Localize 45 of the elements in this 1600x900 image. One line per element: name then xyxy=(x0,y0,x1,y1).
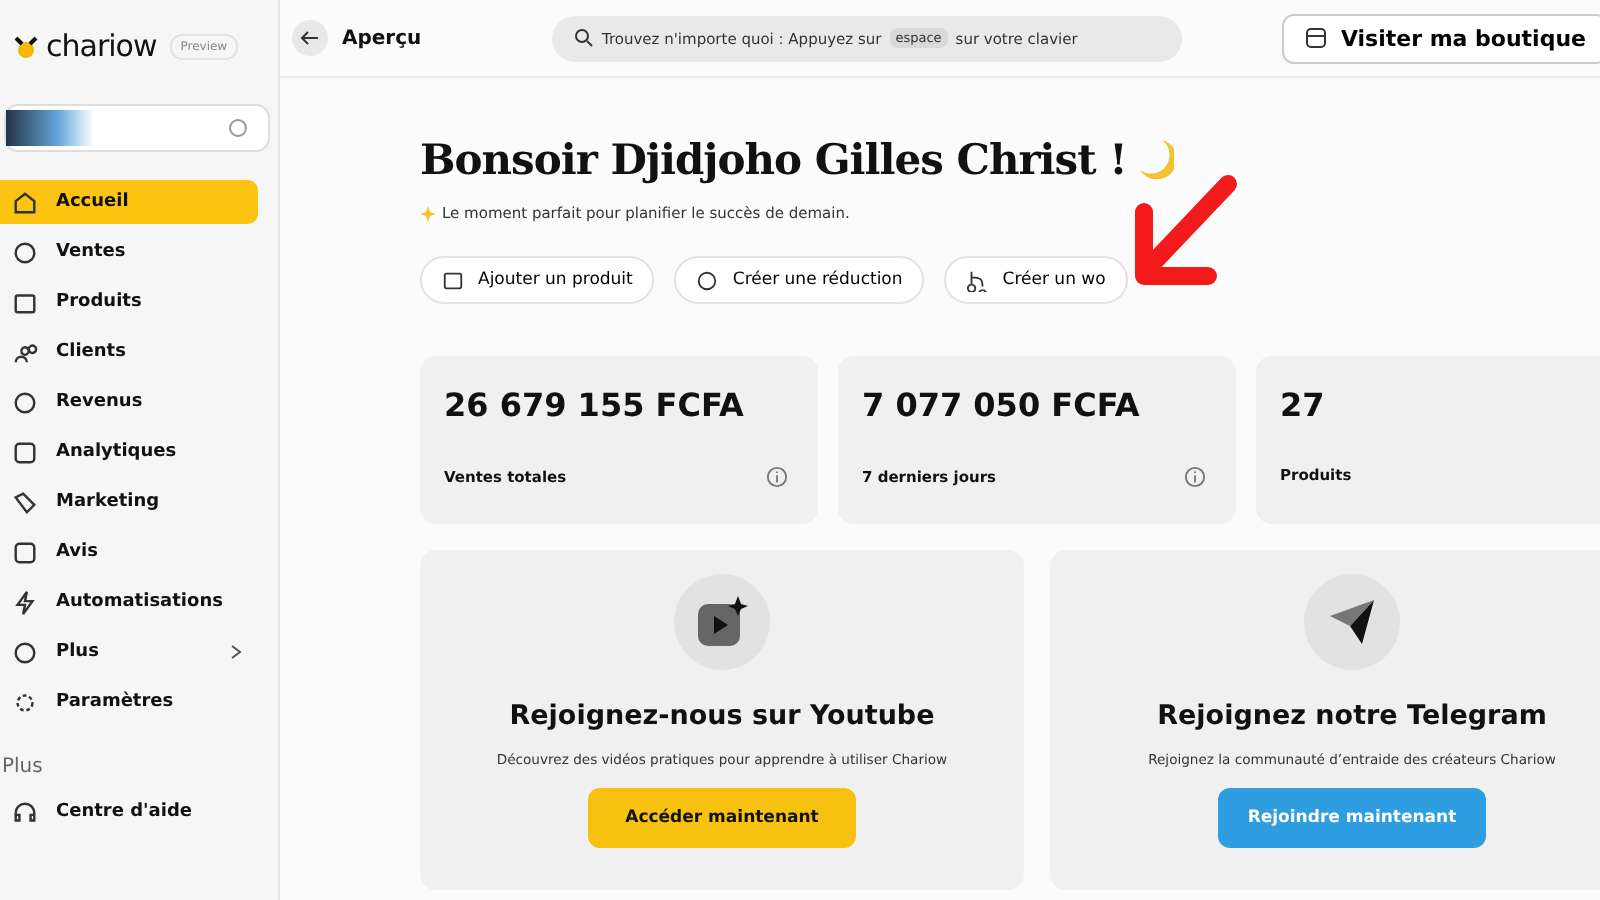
flow-icon xyxy=(966,269,989,291)
sidebar-item[interactable]: Ventes xyxy=(0,230,258,274)
sidebar-item[interactable]: Avis xyxy=(0,530,258,574)
brand-name: chariow xyxy=(46,28,157,64)
sidebar-item[interactable]: Automatisations xyxy=(0,580,258,624)
updown-icon xyxy=(228,118,248,138)
users-icon xyxy=(12,339,38,365)
tags-icon xyxy=(12,489,38,515)
sidebar-item[interactable]: Clients xyxy=(0,330,258,374)
home-icon xyxy=(12,189,38,215)
join-button[interactable]: Accéder maintenant xyxy=(588,788,856,848)
quick-action-button[interactable]: Ajouter un produit xyxy=(420,256,655,304)
paper-plane-icon xyxy=(1326,596,1378,648)
quick-action-button[interactable]: Créer une réduction xyxy=(674,256,925,304)
sidebar-item[interactable]: Analytiques xyxy=(0,430,258,474)
search-icon xyxy=(574,28,594,48)
sidebar-item[interactable]: Plus xyxy=(0,630,258,674)
community-title: Rejoignez-nous sur Youtube xyxy=(509,700,935,732)
page-title: Aperçu xyxy=(342,27,424,49)
sidebar-item[interactable]: Paramètres xyxy=(0,680,258,724)
store-logo-placeholder xyxy=(6,110,94,146)
stat-value: 7 077 050 FCFA xyxy=(862,386,1142,428)
sidebar-item[interactable]: Revenus xyxy=(0,380,258,424)
quick-action-button[interactable]: Créer un wo xyxy=(944,256,1128,304)
help-link[interactable]: Centre d'aide xyxy=(0,790,258,834)
store-selector[interactable] xyxy=(4,104,270,152)
greeting-title: Bonsoir Djidjoho Gilles Christ ! xyxy=(420,134,1127,184)
store-icon xyxy=(1304,26,1329,50)
section-title: Plus xyxy=(2,756,45,778)
back-button[interactable] xyxy=(292,20,328,56)
bolt-icon xyxy=(12,589,38,615)
sparkle-icon xyxy=(420,205,436,221)
headset-icon xyxy=(12,799,38,825)
moon-icon xyxy=(1138,137,1175,181)
visit-store-button[interactable]: Visiter ma boutique xyxy=(1282,13,1600,63)
stat-value: 26 679 155 FCFA xyxy=(444,386,746,428)
back-arrow-icon xyxy=(300,30,320,46)
stat-value: 27 xyxy=(1280,386,1327,428)
sidebar-item[interactable]: Accueil xyxy=(0,180,258,224)
video-icon xyxy=(694,594,750,650)
chevron-icon xyxy=(230,644,242,660)
sidebar-item[interactable]: Marketing xyxy=(0,480,258,524)
community-title: Rejoignez notre Telegram xyxy=(1157,700,1547,732)
sidebar-item[interactable]: Produits xyxy=(0,280,258,324)
logo-icon xyxy=(12,32,40,60)
